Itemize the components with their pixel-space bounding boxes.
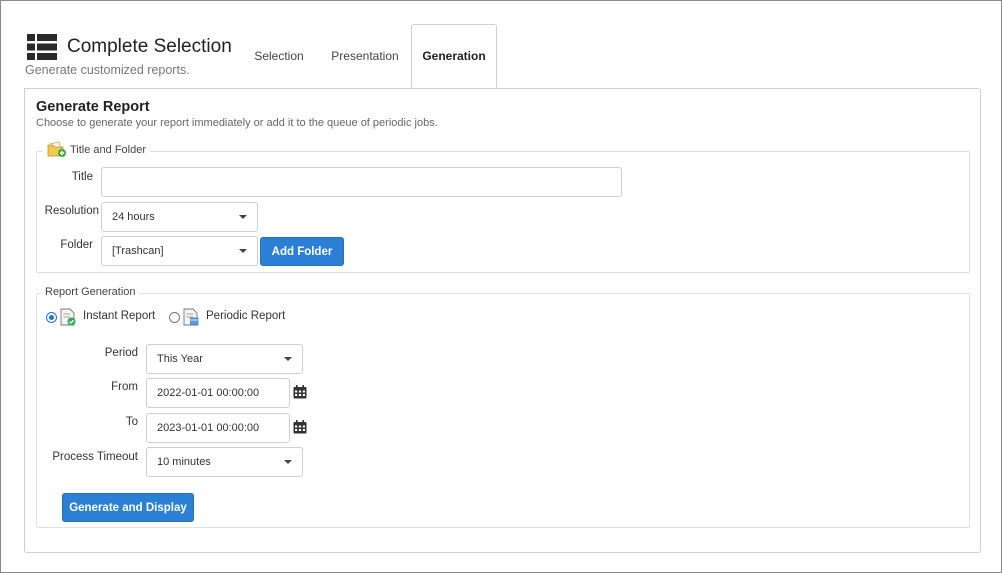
report-generation-legend-text: Report Generation — [45, 286, 136, 298]
chevron-down-icon — [284, 460, 292, 464]
periodic-report-label[interactable]: Periodic Report — [206, 310, 285, 322]
instant-report-icon — [60, 308, 76, 326]
title-folder-legend-text: Title and Folder — [70, 143, 147, 156]
folder-label: Folder — [60, 239, 93, 251]
add-folder-button[interactable]: Add Folder — [260, 237, 344, 266]
tab-presentation[interactable]: Presentation — [323, 24, 407, 88]
report-generation-legend: Report Generation — [41, 286, 140, 298]
periodic-report-icon — [183, 308, 199, 326]
resolution-value: 24 hours — [112, 211, 155, 223]
from-date-input[interactable]: 2022-01-01 00:00:00 — [146, 378, 290, 408]
folder-add-icon — [47, 141, 66, 157]
instant-report-label[interactable]: Instant Report — [83, 310, 155, 322]
generation-panel: Generate Report Choose to generate your … — [24, 88, 981, 553]
to-date-input[interactable]: 2023-01-01 00:00:00 — [146, 413, 290, 443]
calendar-icon[interactable] — [293, 420, 307, 434]
period-label: Period — [104, 347, 138, 359]
title-label: Title — [71, 171, 93, 183]
table-list-icon — [27, 34, 57, 60]
process-timeout-select[interactable]: 10 minutes — [146, 447, 303, 477]
folder-value: [Trashcan] — [112, 245, 164, 257]
process-timeout-label: Process Timeout — [52, 451, 138, 463]
tab-generation[interactable]: Generation — [411, 24, 497, 88]
chevron-down-icon — [284, 357, 292, 361]
title-input[interactable] — [101, 167, 622, 197]
page-subtitle: Generate customized reports. — [25, 63, 190, 77]
instant-report-radio[interactable] — [46, 312, 57, 323]
chevron-down-icon — [239, 215, 247, 219]
panel-title: Generate Report — [36, 99, 150, 115]
folder-select[interactable]: [Trashcan] — [101, 236, 258, 266]
panel-description: Choose to generate your report immediate… — [36, 117, 438, 129]
periodic-report-radio[interactable] — [169, 312, 180, 323]
period-value: This Year — [157, 353, 203, 365]
tab-selection[interactable]: Selection — [245, 24, 313, 88]
resolution-label: Resolution — [44, 205, 99, 217]
period-select[interactable]: This Year — [146, 344, 303, 374]
process-timeout-value: 10 minutes — [157, 456, 211, 468]
chevron-down-icon — [239, 249, 247, 253]
window-frame: Complete Selection Generate customized r… — [0, 0, 1002, 573]
calendar-icon[interactable] — [293, 385, 307, 399]
page-title: Complete Selection — [67, 36, 232, 57]
from-label: From — [111, 381, 138, 393]
to-label: To — [125, 416, 138, 428]
title-folder-legend: Title and Folder — [43, 141, 151, 158]
resolution-select[interactable]: 24 hours — [101, 202, 258, 232]
generate-and-display-button[interactable]: Generate and Display — [62, 493, 194, 522]
